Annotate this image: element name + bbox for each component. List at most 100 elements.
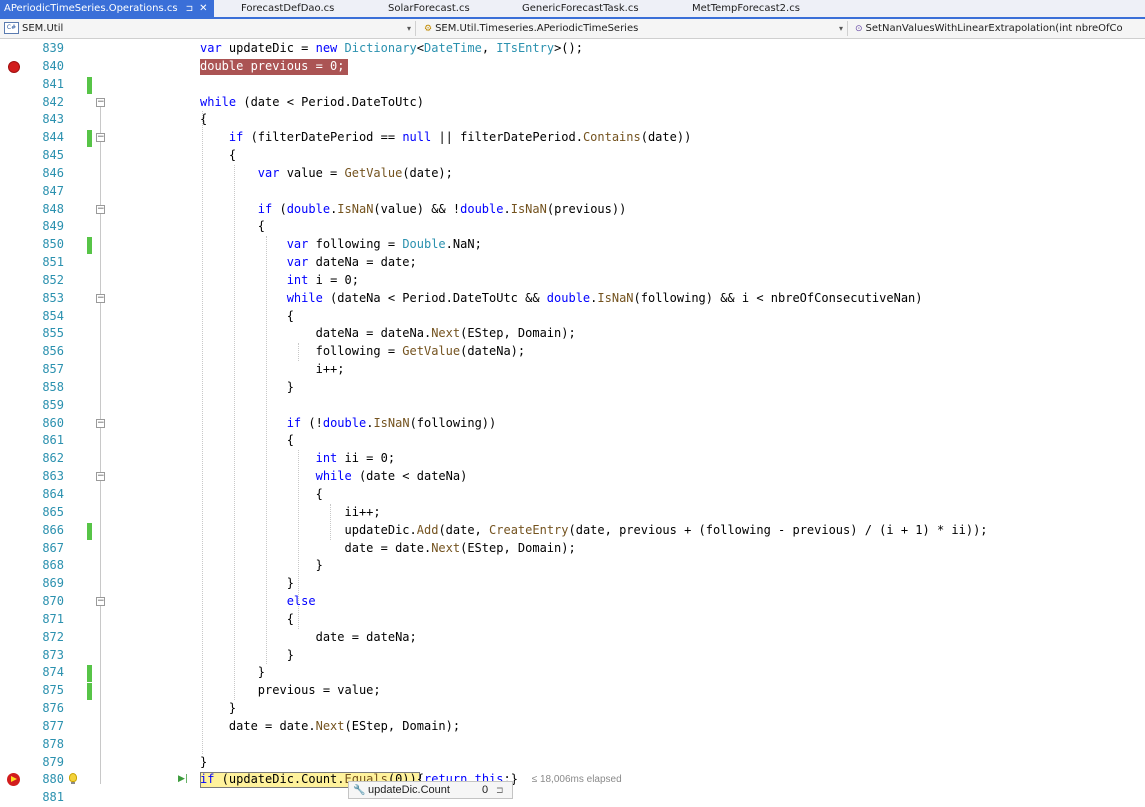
code-line[interactable]: 857 i++; [0,361,1145,379]
code-text[interactable]: } [200,647,294,665]
collapse-icon[interactable]: − [96,597,105,607]
tab-3[interactable]: SolarForecast.cs [388,0,470,17]
code-text[interactable]: { [200,308,294,326]
tab-4[interactable]: GenericForecastTask.cs [522,0,639,17]
code-text[interactable]: { [200,432,294,450]
pin-icon[interactable]: ⊐ [496,782,504,798]
code-text[interactable]: } [200,700,236,718]
code-text[interactable]: { [200,218,265,236]
code-text[interactable]: dateNa = dateNa.Next(EStep, Domain); [200,325,576,343]
run-to-cursor-icon[interactable]: ▶| [178,771,188,789]
code-line[interactable]: 862 int ii = 0; [0,450,1145,468]
collapse-icon[interactable]: − [96,97,105,107]
code-line[interactable]: 849 { [0,218,1145,236]
code-line[interactable]: 881 [0,789,1145,807]
pin-icon[interactable]: ⊐ [186,1,194,18]
code-line[interactable]: 874 } [0,664,1145,683]
code-line[interactable]: 848− if (double.IsNaN(value) && !double.… [0,201,1145,219]
collapse-icon[interactable]: − [96,418,105,428]
datatip-value[interactable]: 0 [482,782,488,798]
code-line[interactable]: 869 } [0,575,1145,593]
code-text[interactable]: following = GetValue(dateNa); [200,343,526,361]
code-line[interactable]: 840 double previous = 0; [0,58,1145,76]
tab-2[interactable]: ForecastDefDao.cs [241,0,334,17]
code-line[interactable]: 868 } [0,557,1145,575]
project-dropdown[interactable]: C# SEM.Util ▾ [4,21,416,36]
code-line[interactable]: 854 { [0,308,1145,326]
code-text[interactable]: date = dateNa; [200,629,417,647]
code-line[interactable]: 853 − while (dateNa < Period.DateToUtc &&… [0,290,1145,308]
code-text[interactable]: } [200,557,323,575]
code-line[interactable]: 876 } [0,700,1145,718]
collapse-icon[interactable]: − [96,293,105,303]
code-text[interactable]: { [200,486,323,504]
code-line[interactable]: 858 } [0,379,1145,397]
code-line[interactable]: 861 { [0,432,1145,450]
code-line[interactable]: 852 int i = 0; [0,272,1145,290]
tab-5[interactable]: MetTempForecast2.cs [692,0,800,17]
code-text[interactable]: while (date < dateNa) [200,468,468,486]
close-icon[interactable]: ✕ [199,0,207,17]
collapse-icon[interactable]: − [96,472,105,482]
code-line[interactable]: 865 ii++; [0,504,1145,522]
code-text[interactable]: if (filterDatePeriod == null || filterDa… [200,129,691,147]
member-dropdown[interactable]: ⊙ SetNanValuesWithLinearExtrapolation(int… [855,21,1145,36]
code-text[interactable]: i++; [200,361,345,379]
code-text[interactable]: } [200,379,294,397]
code-line[interactable]: 870 − else [0,593,1145,611]
code-line[interactable]: 871 { [0,611,1145,629]
code-line[interactable]: 843 { [0,111,1145,129]
code-line[interactable]: 855 dateNa = dateNa.Next(EStep, Domain); [0,325,1145,343]
code-line[interactable]: 839 var updateDic = new Dictionary<DateTi… [0,40,1145,58]
code-line[interactable]: 850 var following = Double.NaN; [0,236,1145,255]
tab-1[interactable]: APeriodicTimeSeries.Operations.cs ⊐ ✕ [0,0,214,17]
code-line[interactable]: 864 { [0,486,1145,504]
code-text[interactable]: } [200,575,294,593]
code-text[interactable]: } [200,664,265,682]
code-line[interactable]: 859 [0,397,1145,415]
code-line[interactable]: ▶| 880 if (updateDic.Count.Equals(0)){retu… [0,771,1145,789]
type-dropdown[interactable]: ⚙ SEM.Util.Timeseries.APeriodicTimeSeries… [424,21,848,36]
code-text[interactable]: double previous = 0; [200,58,345,76]
code-editor[interactable]: 839 var updateDic = new Dictionary<DateTi… [0,40,1145,804]
code-text[interactable]: int i = 0; [200,272,359,290]
code-line[interactable]: 856 following = GetValue(dateNa); [0,343,1145,361]
code-text[interactable]: ii++; [200,504,380,522]
code-line[interactable]: 879} [0,754,1145,772]
lightbulb-icon[interactable] [69,773,77,785]
code-text[interactable]: } [200,754,207,772]
code-text[interactable]: int ii = 0; [200,450,395,468]
perf-tip-elapsed[interactable]: ≤ 18,006ms elapsed [532,771,622,789]
code-line[interactable]: 877 date = date.Next(EStep, Domain); [0,718,1145,736]
current-statement-breakpoint-icon[interactable] [7,773,20,787]
datatip[interactable]: 🔧 updateDic.Count 0 ⊐ [348,781,513,799]
code-line[interactable]: 863 − while (date < dateNa) [0,468,1145,486]
code-text[interactable]: updateDic.Add(date, CreateEntry(date, pr… [200,522,987,540]
code-text[interactable]: date = date.Next(EStep, Domain); [200,540,575,558]
code-line[interactable]: 842 − while (date < Period.DateToUtc) [0,94,1145,112]
code-text[interactable]: date = date.Next(EStep, Domain); [200,718,460,736]
code-line[interactable]: 841 [0,76,1145,94]
breakpoint-icon[interactable] [8,60,20,73]
code-text[interactable]: else [200,593,316,611]
code-text[interactable]: if (!double.IsNaN(following)) [200,415,497,433]
code-line[interactable]: 867 date = date.Next(EStep, Domain); [0,540,1145,558]
code-text[interactable]: previous = value; [200,682,381,700]
code-text[interactable]: { [200,147,236,165]
code-line[interactable]: 845 { [0,147,1145,165]
code-line[interactable]: 873 } [0,647,1145,665]
code-text[interactable]: var dateNa = date; [200,254,417,272]
code-text[interactable]: var updateDic = new Dictionary<DateTime,… [200,40,583,58]
code-text[interactable]: if (double.IsNaN(value) && !double.IsNaN… [200,201,627,219]
code-text[interactable]: var following = Double.NaN; [200,236,482,254]
code-line[interactable]: 875 previous = value; [0,682,1145,701]
code-text[interactable]: var value = GetValue(date); [200,165,453,183]
code-text[interactable]: while (date < Period.DateToUtc) [200,94,424,112]
code-text[interactable]: { [200,111,207,129]
collapse-icon[interactable]: − [96,133,105,143]
collapse-icon[interactable]: − [96,204,105,214]
code-line[interactable]: 851 var dateNa = date; [0,254,1145,272]
code-line[interactable]: 860 − if (!double.IsNaN(following)) [0,415,1145,433]
code-text[interactable]: while (dateNa < Period.DateToUtc && doub… [200,290,923,308]
code-line[interactable]: 872 date = dateNa; [0,629,1145,647]
